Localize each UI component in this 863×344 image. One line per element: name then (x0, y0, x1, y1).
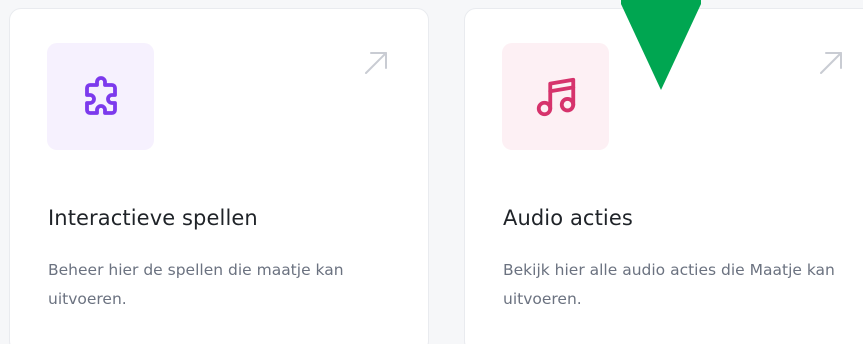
icon-tile (502, 43, 609, 150)
music-note-icon (533, 74, 579, 120)
puzzle-icon (77, 73, 125, 121)
external-arrow-icon[interactable] (815, 47, 847, 79)
external-arrow-icon[interactable] (360, 47, 392, 79)
page: Interactieve spellen Beheer hier de spel… (0, 0, 863, 344)
card-description: Bekijk hier alle audio acties die Maatje… (503, 261, 835, 308)
card-title: Interactieve spellen (48, 206, 258, 230)
arrow-down-icon (615, 0, 707, 92)
card-interactive-games[interactable]: Interactieve spellen Beheer hier de spel… (9, 8, 429, 344)
card-title: Audio acties (503, 206, 633, 230)
card-description: Beheer hier de spellen die maatje kan ui… (48, 261, 344, 308)
icon-tile (47, 43, 154, 150)
